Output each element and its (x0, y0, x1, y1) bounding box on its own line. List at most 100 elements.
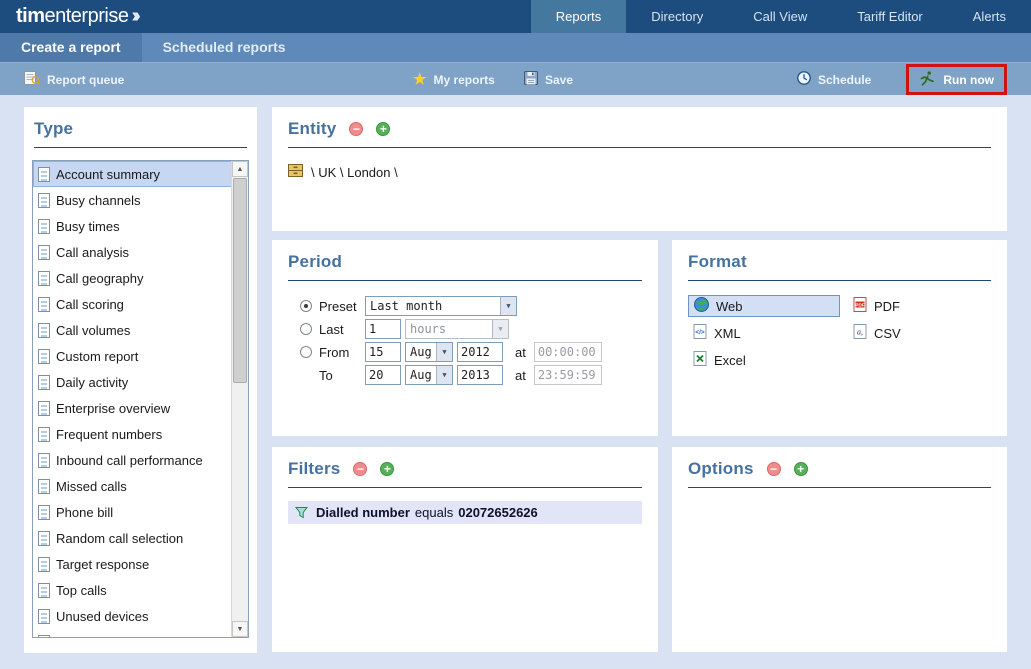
type-item-call-geography[interactable]: Call geography (33, 265, 248, 291)
type-item-label: Phone bill (56, 505, 113, 520)
format-option-pdf[interactable]: PDF PDF (848, 295, 991, 317)
option-add-icon[interactable] (794, 462, 808, 476)
my-reports-button[interactable]: My reports (413, 63, 495, 96)
report-doc-icon (38, 375, 50, 390)
filter-add-icon[interactable] (380, 462, 394, 476)
type-item-enterprise-overview[interactable]: Enterprise overview (33, 395, 248, 421)
format-option-excel[interactable]: Excel (688, 349, 848, 371)
nav-tab-tariff-editor[interactable]: Tariff Editor (832, 0, 948, 33)
option-remove-icon[interactable] (767, 462, 781, 476)
from-month-select[interactable]: Aug (405, 342, 453, 362)
type-item-label: Frequent numbers (56, 427, 162, 442)
report-doc-icon (38, 401, 50, 416)
entity-path[interactable]: \ UK \ London \ (311, 165, 398, 180)
format-option-label: CSV (874, 326, 901, 341)
type-item-daily-activity[interactable]: Daily activity (33, 369, 248, 395)
from-day-input[interactable] (365, 342, 401, 362)
format-option-label: Excel (714, 353, 746, 368)
to-year-input[interactable] (457, 365, 503, 385)
filter-row[interactable]: Dialled number equals 02072652626 (288, 501, 642, 524)
from-time-input[interactable] (534, 342, 602, 362)
type-item-label: Random call selection (56, 531, 183, 546)
report-doc-icon (38, 167, 50, 182)
type-item-random-call-selection[interactable]: Random call selection (33, 525, 248, 551)
svg-text:PDF: PDF (855, 302, 864, 307)
filter-field: Dialled number (316, 505, 410, 520)
report-doc-icon (38, 323, 50, 338)
xml-icon: </> (693, 324, 707, 342)
from-year-input[interactable] (457, 342, 503, 362)
to-time-input[interactable] (534, 365, 602, 385)
type-item-busy-channels[interactable]: Busy channels (33, 187, 248, 213)
to-month-select[interactable]: Aug (405, 365, 453, 385)
scrollbar[interactable] (231, 161, 248, 637)
type-item-phone-bill[interactable]: Phone bill (33, 499, 248, 525)
from-at-label: at (515, 345, 526, 360)
type-item-frequent-numbers[interactable]: Frequent numbers (33, 421, 248, 447)
type-item-custom-report[interactable]: Custom report (33, 343, 248, 369)
filter-value: 02072652626 (458, 505, 538, 520)
type-item-label: Account summary (56, 167, 160, 182)
type-item-label: Top calls (56, 583, 107, 598)
entity-panel: Entity \ UK \ London \ (272, 107, 1007, 231)
report-doc-icon (38, 531, 50, 546)
type-item-missed-calls[interactable]: Missed calls (33, 473, 248, 499)
filter-remove-icon[interactable] (353, 462, 367, 476)
last-unit-select[interactable]: hours (405, 319, 509, 339)
last-radio[interactable] (300, 323, 312, 335)
entity-panel-title: Entity (288, 119, 336, 139)
excel-icon (693, 351, 707, 369)
report-doc-icon (38, 635, 50, 639)
format-option-csv[interactable]: a, CSV (848, 322, 991, 344)
type-item-target-response[interactable]: Target response (33, 551, 248, 577)
report-doc-icon (38, 583, 50, 598)
report-queue-button[interactable]: Report queue (24, 63, 124, 96)
entity-remove-icon[interactable] (349, 122, 363, 136)
schedule-label: Schedule (818, 73, 871, 87)
entity-add-icon[interactable] (376, 122, 390, 136)
report-doc-icon (38, 609, 50, 624)
format-option-web[interactable]: Web (688, 295, 840, 317)
pdf-icon: PDF (853, 297, 867, 315)
preset-radio[interactable] (300, 300, 312, 312)
type-item-top-calls[interactable]: Top calls (33, 577, 248, 603)
to-day-input[interactable] (365, 365, 401, 385)
type-item-inbound-call-performance[interactable]: Inbound call performance (33, 447, 248, 473)
report-doc-icon (38, 219, 50, 234)
type-item-partial[interactable] (33, 629, 248, 638)
preset-select-value: Last month (366, 299, 500, 313)
format-option-label: XML (714, 326, 741, 341)
app-logo[interactable]: timenterprise (16, 5, 137, 28)
svg-text:a,: a, (857, 328, 863, 337)
report-toolbar: Report queue My reports Save Schedule Ru… (0, 62, 1031, 95)
last-label: Last (319, 322, 365, 337)
type-item-label: Call analysis (56, 245, 129, 260)
save-button[interactable]: Save (524, 63, 573, 96)
nav-tab-directory[interactable]: Directory (626, 0, 728, 33)
type-item-call-scoring[interactable]: Call scoring (33, 291, 248, 317)
scroll-up-icon[interactable] (232, 161, 248, 177)
run-now-annotation-highlight: Run now (906, 64, 1007, 95)
type-item-call-volumes[interactable]: Call volumes (33, 317, 248, 343)
scrollbar-thumb[interactable] (233, 178, 247, 383)
type-item-unused-devices[interactable]: Unused devices (33, 603, 248, 629)
type-item-account-summary[interactable]: Account summary (33, 161, 248, 187)
from-radio[interactable] (300, 346, 312, 358)
tab-create-a-report[interactable]: Create a report (0, 33, 142, 62)
last-value-input[interactable] (365, 319, 401, 339)
type-item-call-analysis[interactable]: Call analysis (33, 239, 248, 265)
type-item-busy-times[interactable]: Busy times (33, 213, 248, 239)
scroll-down-icon[interactable] (232, 621, 248, 637)
format-option-xml[interactable]: </> XML (688, 322, 848, 344)
preset-select[interactable]: Last month (365, 296, 517, 316)
nav-tab-alerts[interactable]: Alerts (948, 0, 1031, 33)
to-at-label: at (515, 368, 526, 383)
nav-tab-call-view[interactable]: Call View (728, 0, 832, 33)
my-reports-label: My reports (433, 73, 494, 87)
to-label: To (319, 368, 365, 383)
tab-scheduled-reports[interactable]: Scheduled reports (142, 33, 307, 62)
schedule-button[interactable]: Schedule (797, 63, 871, 96)
type-item-label: Call scoring (56, 297, 124, 312)
run-now-button[interactable]: Run now (943, 73, 994, 87)
nav-tab-reports[interactable]: Reports (531, 0, 627, 33)
